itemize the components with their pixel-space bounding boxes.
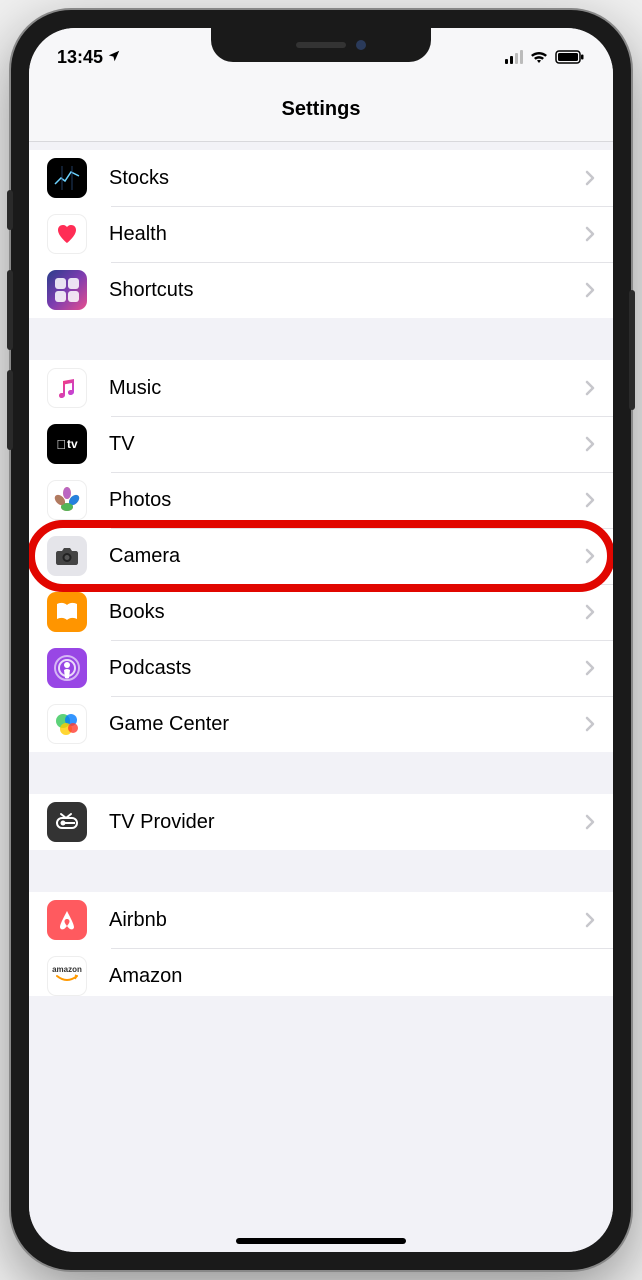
cellular-signal-icon [505, 50, 523, 64]
mute-switch [7, 190, 13, 230]
books-icon [47, 592, 87, 632]
side-button [629, 290, 635, 410]
chevron-right-icon [585, 716, 595, 732]
phone-frame: 13:45 Setting [11, 10, 631, 1270]
settings-group-3: TV Provider [29, 794, 613, 850]
row-label: Photos [109, 489, 585, 512]
chevron-right-icon [585, 660, 595, 676]
settings-row-photos[interactable]: Photos [29, 472, 613, 528]
row-label: Music [109, 377, 585, 400]
home-indicator[interactable] [236, 1238, 406, 1244]
settings-row-stocks[interactable]: Stocks [29, 150, 613, 206]
settings-row-gamecenter[interactable]: Game Center [29, 696, 613, 752]
page-title: Settings [282, 98, 361, 121]
settings-row-books[interactable]: Books [29, 584, 613, 640]
photos-icon [47, 480, 87, 520]
gamecenter-icon [47, 704, 87, 744]
row-label: Health [109, 223, 585, 246]
settings-row-podcasts[interactable]: Podcasts [29, 640, 613, 696]
chevron-right-icon [585, 548, 595, 564]
status-time: 13:45 [57, 47, 103, 68]
row-label: Amazon [109, 965, 595, 988]
notch [211, 28, 431, 62]
settings-row-airbnb[interactable]: Airbnb [29, 892, 613, 948]
row-label: Books [109, 601, 585, 624]
settings-row-tv[interactable]: tv TV [29, 416, 613, 472]
row-label: Stocks [109, 167, 585, 190]
status-right [505, 50, 585, 64]
stocks-icon [47, 158, 87, 198]
shortcuts-icon [47, 270, 87, 310]
volume-up-button [7, 270, 13, 350]
location-icon [107, 47, 121, 68]
music-icon [47, 368, 87, 408]
tvprovider-icon [47, 802, 87, 842]
chevron-right-icon [585, 380, 595, 396]
chevron-right-icon [585, 170, 595, 186]
amazon-icon: amazon [47, 956, 87, 996]
screen: 13:45 Setting [29, 28, 613, 1252]
chevron-right-icon [585, 226, 595, 242]
chevron-right-icon [585, 814, 595, 830]
podcasts-icon [47, 648, 87, 688]
volume-down-button [7, 370, 13, 450]
settings-row-camera[interactable]: Camera [29, 528, 613, 584]
wifi-icon [529, 50, 549, 64]
tv-icon: tv [47, 424, 87, 464]
settings-list[interactable]: Stocks Health Shortcuts [29, 142, 613, 1252]
row-label: Shortcuts [109, 279, 585, 302]
airbnb-icon [47, 900, 87, 940]
settings-row-amazon[interactable]: amazon Amazon [29, 948, 613, 996]
settings-group-1: Stocks Health Shortcuts [29, 150, 613, 318]
settings-group-2: Music tv TV [29, 360, 613, 752]
settings-row-music[interactable]: Music [29, 360, 613, 416]
camera-icon [47, 536, 87, 576]
row-label: TV [109, 433, 585, 456]
settings-row-health[interactable]: Health [29, 206, 613, 262]
row-label: Podcasts [109, 657, 585, 680]
chevron-right-icon [585, 492, 595, 508]
settings-row-shortcuts[interactable]: Shortcuts [29, 262, 613, 318]
settings-group-4: Airbnb amazon Amazon [29, 892, 613, 996]
chevron-right-icon [585, 282, 595, 298]
chevron-right-icon [585, 436, 595, 452]
battery-icon [555, 50, 585, 64]
row-label: Camera [109, 545, 585, 568]
chevron-right-icon [585, 604, 595, 620]
row-label: Airbnb [109, 909, 585, 932]
status-left: 13:45 [57, 47, 121, 68]
row-label: Game Center [109, 713, 585, 736]
health-icon [47, 214, 87, 254]
navigation-header: Settings [29, 78, 613, 142]
row-label: TV Provider [109, 811, 585, 834]
chevron-right-icon [585, 912, 595, 928]
settings-row-tvprovider[interactable]: TV Provider [29, 794, 613, 850]
